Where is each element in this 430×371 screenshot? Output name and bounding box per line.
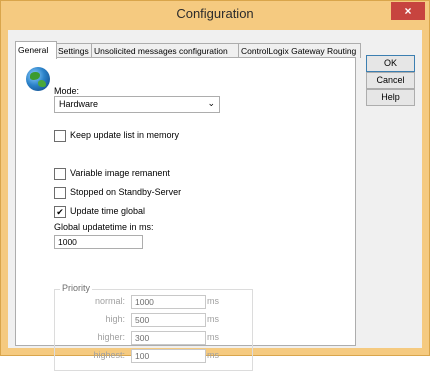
title-bar[interactable]: Configuration × <box>1 1 429 27</box>
mode-value: Hardware <box>59 99 99 109</box>
priority-normal-input[interactable]: 1000 <box>131 295 206 309</box>
priority-group-title: Priority <box>60 283 93 293</box>
priority-highest-input[interactable]: 100 <box>131 349 206 363</box>
mode-select[interactable]: Hardware ⌄ <box>54 96 220 113</box>
priority-highest-label: highest: <box>93 350 125 360</box>
priority-normal-label: normal: <box>94 296 125 306</box>
priority-higher-label: higher: <box>97 332 125 342</box>
tab-controllogix-gateway-routing[interactable]: ControlLogix Gateway Routing <box>238 43 361 58</box>
close-button[interactable]: × <box>391 2 425 20</box>
tab-unsolicited-messages[interactable]: Unsolicited messages configuration <box>91 43 240 58</box>
update-time-global-label: Update time global <box>70 206 146 216</box>
ok-button[interactable]: OK <box>366 55 415 72</box>
window-title: Configuration <box>176 6 254 21</box>
dialog-client-area: General Settings Unsolicited messages co… <box>8 30 422 371</box>
update-time-global-checkbox[interactable]: ✔ <box>54 206 66 218</box>
global-updatetime-input[interactable]: 1000 <box>54 235 143 249</box>
configuration-dialog: Configuration × General Settings Unsolic… <box>0 0 430 371</box>
general-panel: Mode: Hardware ⌄ Keep update list in mem… <box>15 57 356 371</box>
checkmark-icon: ✔ <box>56 207 64 217</box>
priority-high-unit: ms <box>207 314 219 324</box>
priority-normal-unit: ms <box>207 296 219 306</box>
priority-higher-unit: ms <box>207 332 219 342</box>
priority-high-label: high: <box>105 314 125 324</box>
globe-icon <box>26 67 50 91</box>
priority-high-input[interactable]: 500 <box>131 313 206 327</box>
priority-highest-unit: ms <box>207 350 219 360</box>
keep-update-list-label: Keep update list in memory <box>70 130 180 140</box>
variable-image-remanent-checkbox[interactable] <box>54 168 66 180</box>
tab-general[interactable]: General <box>15 41 57 59</box>
global-updatetime-label: Global updatetime in ms: <box>54 222 154 232</box>
mode-label: Mode: <box>54 86 80 96</box>
stopped-on-standby-label: Stopped on Standby-Server <box>70 187 182 197</box>
cancel-button[interactable]: Cancel <box>366 72 415 89</box>
chevron-down-icon: ⌄ <box>207 98 215 108</box>
variable-image-remanent-label: Variable image remanent <box>70 168 170 178</box>
stopped-on-standby-checkbox[interactable] <box>54 187 66 199</box>
priority-higher-input[interactable]: 300 <box>131 331 206 345</box>
keep-update-list-checkbox[interactable] <box>54 130 66 142</box>
help-button[interactable]: Help <box>366 89 415 106</box>
tab-settings[interactable]: Settings <box>55 43 93 58</box>
